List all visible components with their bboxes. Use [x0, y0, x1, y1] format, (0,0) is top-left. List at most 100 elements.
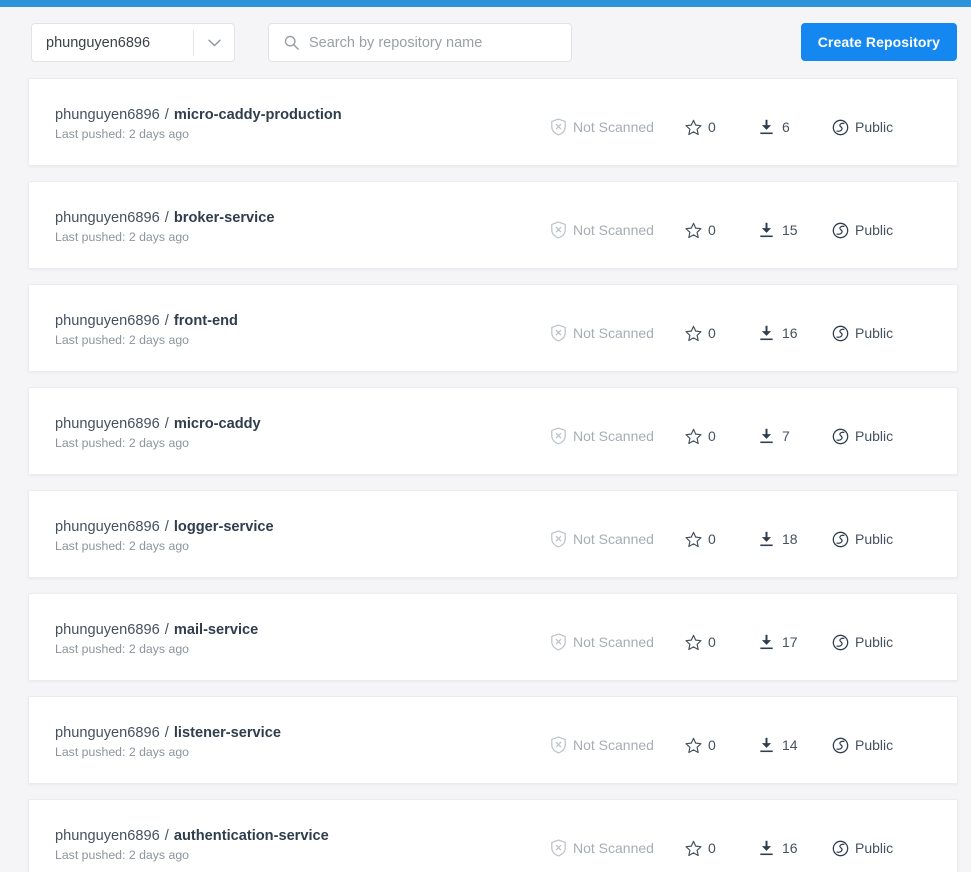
repository-name: micro-caddy [169, 415, 261, 432]
star-count-value: 0 [708, 531, 716, 547]
download-count[interactable]: 15 [759, 222, 798, 238]
repository-card[interactable]: phunguyen6896 / logger-service Last push… [28, 490, 958, 578]
namespace-dropdown-value: phunguyen6896 [46, 34, 151, 51]
repository-title: phunguyen6896 / broker-service [55, 209, 274, 228]
repository-card[interactable]: phunguyen6896 / authentication-service L… [28, 799, 958, 872]
download-icon [759, 119, 774, 135]
repository-title: phunguyen6896 / authentication-service [55, 827, 329, 846]
visibility-status[interactable]: Public [832, 222, 893, 239]
download-count[interactable]: 6 [759, 119, 790, 135]
scan-status[interactable]: Not Scanned [550, 427, 654, 445]
repository-title: phunguyen6896 / logger-service [55, 518, 274, 537]
repository-card[interactable]: phunguyen6896 / micro-caddy-production L… [28, 78, 958, 166]
search-box[interactable] [268, 23, 572, 62]
download-count-value: 6 [782, 119, 790, 135]
repository-title: phunguyen6896 / micro-caddy-production [55, 106, 342, 125]
repository-card[interactable]: phunguyen6896 / front-end Last pushed: 2… [28, 284, 958, 372]
repository-last-pushed: Last pushed: 2 days ago [55, 332, 189, 347]
shield-x-icon [550, 427, 567, 445]
star-count[interactable]: 0 [685, 222, 716, 239]
visibility-status[interactable]: Public [832, 737, 893, 754]
download-icon [759, 531, 774, 547]
download-count-value: 7 [782, 428, 790, 444]
scan-status-label: Not Scanned [573, 531, 654, 547]
scan-status-label: Not Scanned [573, 325, 654, 341]
download-count[interactable]: 17 [759, 634, 798, 650]
repository-info: phunguyen6896 / listener-service Last pu… [55, 720, 281, 761]
shield-x-icon [550, 118, 567, 136]
visibility-status[interactable]: Public [832, 119, 893, 136]
scan-status[interactable]: Not Scanned [550, 633, 654, 651]
star-icon [685, 531, 702, 548]
search-input[interactable] [309, 34, 561, 51]
star-count[interactable]: 0 [685, 119, 716, 136]
download-count[interactable]: 7 [759, 428, 790, 444]
repository-info: phunguyen6896 / broker-service Last push… [55, 205, 274, 246]
download-count[interactable]: 18 [759, 531, 798, 547]
download-icon [759, 325, 774, 341]
visibility-status[interactable]: Public [832, 428, 893, 445]
scan-status-label: Not Scanned [573, 119, 654, 135]
star-count[interactable]: 0 [685, 428, 716, 445]
scan-status[interactable]: Not Scanned [550, 530, 654, 548]
globe-icon [832, 119, 849, 136]
scan-status[interactable]: Not Scanned [550, 221, 654, 239]
star-icon [685, 634, 702, 651]
download-icon [759, 634, 774, 650]
star-count[interactable]: 0 [685, 737, 716, 754]
repository-last-pushed: Last pushed: 2 days ago [55, 538, 189, 553]
globe-icon [832, 840, 849, 857]
repository-namespace: phunguyen6896 [55, 621, 164, 638]
repository-name: micro-caddy-production [169, 106, 342, 123]
repository-title: phunguyen6896 / front-end [55, 312, 238, 331]
repository-namespace: phunguyen6896 [55, 724, 164, 741]
visibility-label: Public [855, 222, 894, 238]
repository-info: phunguyen6896 / mail-service Last pushed… [55, 617, 258, 658]
visibility-status[interactable]: Public [832, 840, 893, 857]
scan-status[interactable]: Not Scanned [550, 324, 654, 342]
star-count[interactable]: 0 [685, 325, 716, 342]
visibility-status[interactable]: Public [832, 634, 893, 651]
download-icon [759, 737, 774, 753]
namespace-dropdown[interactable]: phunguyen6896 [31, 23, 235, 62]
visibility-label: Public [855, 737, 894, 753]
scan-status[interactable]: Not Scanned [550, 839, 654, 857]
repository-title: phunguyen6896 / listener-service [55, 724, 281, 743]
star-count[interactable]: 0 [685, 531, 716, 548]
visibility-status[interactable]: Public [832, 531, 893, 548]
repository-card[interactable]: phunguyen6896 / listener-service Last pu… [28, 696, 958, 784]
repository-card[interactable]: phunguyen6896 / broker-service Last push… [28, 181, 958, 269]
download-count[interactable]: 16 [759, 325, 798, 341]
visibility-label: Public [855, 531, 894, 547]
repository-name: broker-service [169, 209, 275, 226]
repositories-page: phunguyen6896 Create Repository phungu [0, 0, 971, 872]
repository-card[interactable]: phunguyen6896 / mail-service Last pushed… [28, 593, 958, 681]
repository-info: phunguyen6896 / micro-caddy Last pushed:… [55, 411, 261, 452]
repository-namespace: phunguyen6896 [55, 209, 164, 226]
scan-status-label: Not Scanned [573, 428, 654, 444]
star-icon [685, 428, 702, 445]
scan-status-label: Not Scanned [573, 737, 654, 753]
scan-status-label: Not Scanned [573, 222, 654, 238]
visibility-status[interactable]: Public [832, 325, 893, 342]
star-count[interactable]: 0 [685, 840, 716, 857]
shield-x-icon [550, 736, 567, 754]
scan-status[interactable]: Not Scanned [550, 118, 654, 136]
download-count-value: 15 [782, 222, 798, 238]
visibility-label: Public [855, 325, 894, 341]
star-count-value: 0 [708, 634, 716, 650]
repository-namespace: phunguyen6896 [55, 106, 164, 123]
download-count-value: 17 [782, 634, 798, 650]
download-count[interactable]: 16 [759, 840, 798, 856]
scan-status[interactable]: Not Scanned [550, 736, 654, 754]
globe-icon [832, 737, 849, 754]
repository-last-pushed: Last pushed: 2 days ago [55, 744, 189, 759]
download-count[interactable]: 14 [759, 737, 798, 753]
create-repository-button[interactable]: Create Repository [800, 23, 957, 61]
globe-icon [832, 325, 849, 342]
repository-card[interactable]: phunguyen6896 / micro-caddy Last pushed:… [28, 387, 958, 475]
star-count[interactable]: 0 [685, 634, 716, 651]
scan-status-label: Not Scanned [573, 840, 654, 856]
repository-name: mail-service [169, 621, 259, 638]
star-count-value: 0 [708, 222, 716, 238]
